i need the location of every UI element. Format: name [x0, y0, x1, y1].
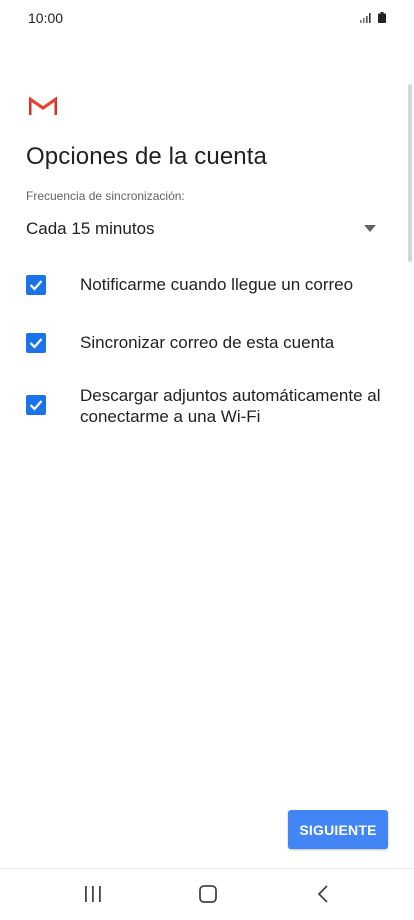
dropdown-arrow-icon: [364, 225, 376, 232]
checkmark-icon: [29, 280, 43, 291]
status-icons: [360, 12, 386, 23]
back-icon: [317, 885, 328, 903]
option-label-line: Notificarme cuando llegue un correo: [80, 275, 354, 294]
status-time: 10:00: [28, 10, 64, 26]
status-bar: 10:00: [0, 0, 414, 36]
back-button[interactable]: [304, 881, 344, 909]
option-label-line: conectarme a una Wi-Fi: [80, 407, 261, 426]
sync-checkbox[interactable]: [26, 333, 46, 353]
page-title: Opciones de la cuenta: [26, 143, 267, 170]
option-label: Sincronizar correo de esta cuenta: [80, 332, 334, 353]
sync-frequency-label: Frecuencia de sincronización:: [26, 189, 185, 203]
option-label-line: Sincronizar correo de esta cuenta: [80, 333, 335, 352]
recent-apps-icon: [85, 886, 101, 902]
scrollbar[interactable]: [408, 84, 412, 262]
checkmark-icon: [29, 400, 43, 411]
navigation-bar: [0, 869, 414, 920]
option-sync-mail[interactable]: Sincronizar correo de esta cuenta: [26, 332, 396, 356]
checkmark-icon: [29, 338, 43, 349]
signal-icon: [360, 13, 371, 23]
sync-frequency-value: Cada 15 minutos: [26, 219, 155, 238]
battery-icon: [378, 12, 386, 23]
option-label-line: Descargar adjuntos automáticamente al: [80, 386, 381, 405]
notify-checkbox[interactable]: [26, 275, 46, 295]
next-button[interactable]: SIGUIENTE: [288, 810, 388, 849]
attachments-checkbox[interactable]: [26, 395, 46, 415]
gmail-logo: [29, 96, 57, 115]
recent-apps-button[interactable]: [73, 881, 113, 909]
option-notify-new-mail[interactable]: Notificarme cuando llegue un correo: [26, 274, 396, 298]
home-icon: [199, 885, 217, 903]
home-button[interactable]: [188, 881, 228, 909]
sync-frequency-dropdown[interactable]: Cada 15 minutos: [26, 212, 382, 246]
option-label: Descargar adjuntos automáticamente al co…: [80, 385, 381, 427]
option-label: Notificarme cuando llegue un correo: [80, 274, 353, 295]
option-download-attachments[interactable]: Descargar adjuntos automáticamente al co…: [26, 385, 396, 429]
